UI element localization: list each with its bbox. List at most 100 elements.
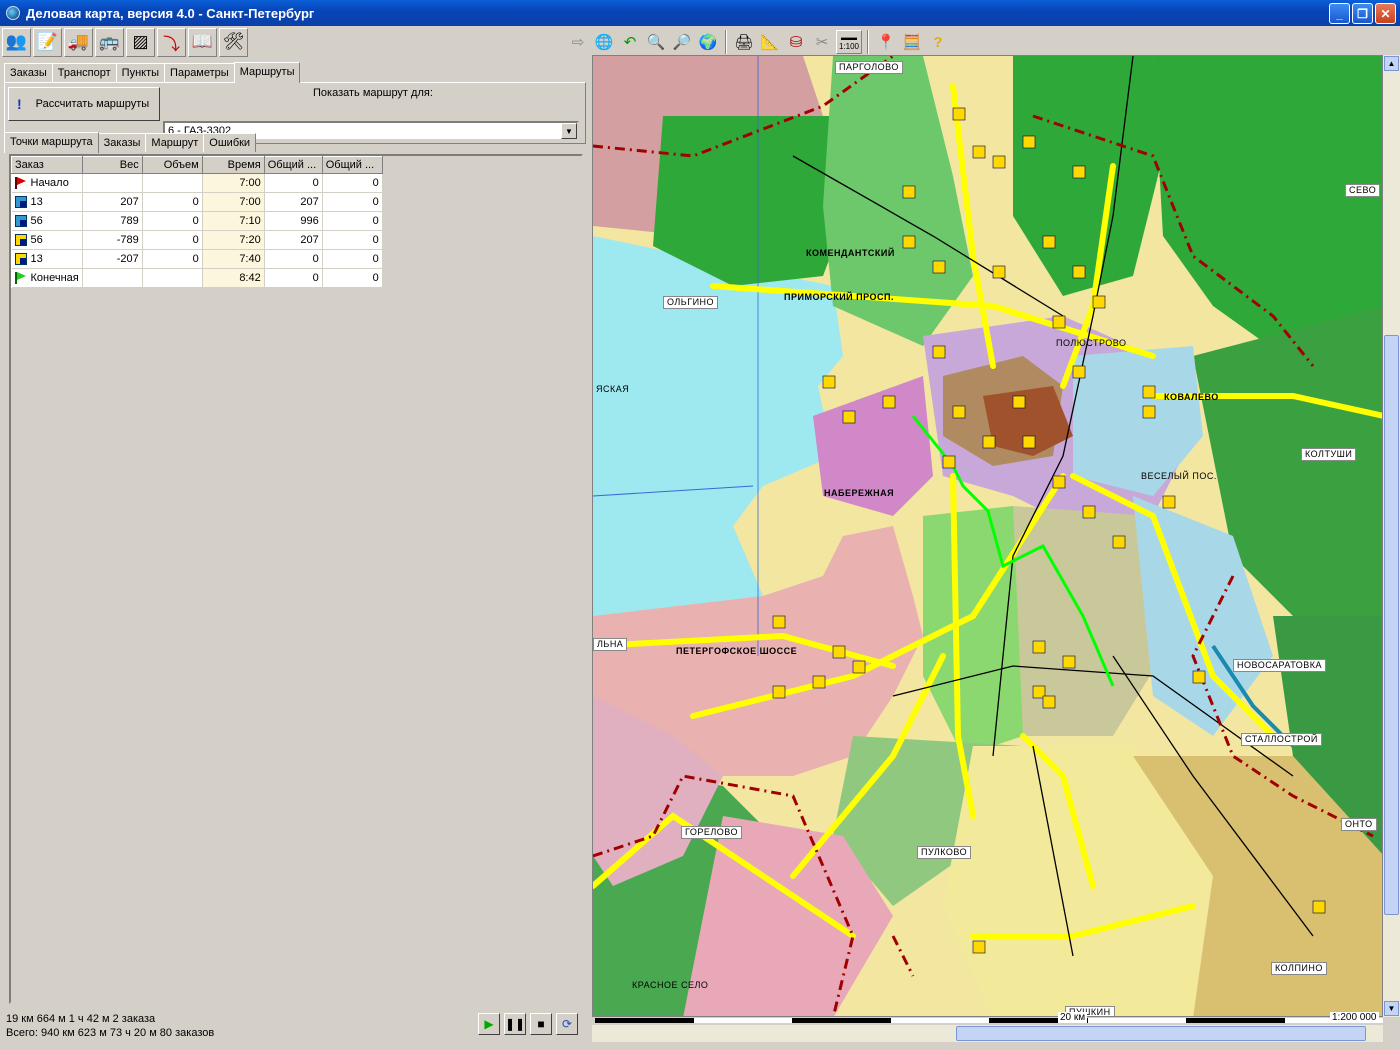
col-weight[interactable]: Вес bbox=[81, 156, 143, 174]
cell-total-1: 0 bbox=[264, 249, 323, 269]
maximize-button[interactable]: ❐ bbox=[1352, 3, 1373, 24]
table-row[interactable]: 56 789 0 7:10 996 0 bbox=[11, 211, 383, 231]
show-route-label: Показать маршрут для: bbox=[313, 87, 433, 99]
cell-total-2: 0 bbox=[322, 211, 383, 231]
cell-weight: -207 bbox=[82, 249, 143, 269]
cell-total-2: 0 bbox=[322, 192, 383, 212]
map-label: КРАСНОЕ СЕЛО bbox=[632, 980, 709, 990]
col-total-2[interactable]: Общий ... bbox=[321, 156, 383, 174]
left-panel: Заказы Транспорт Пункты Параметры Маршру… bbox=[4, 60, 586, 1044]
map-label: КОМЕНДАНТСКИЙ bbox=[806, 248, 895, 258]
layers-icon[interactable]: ⛁ bbox=[784, 30, 808, 54]
map-label: ВЕСЕЛЫЙ ПОС. bbox=[1141, 471, 1217, 481]
app-window: Деловая карта, версия 4.0 - Санкт-Петерб… bbox=[0, 0, 1400, 1050]
cell-total-1: 207 bbox=[264, 192, 323, 212]
scroll-down-icon[interactable]: ▼ bbox=[1384, 1001, 1399, 1016]
order-value: 56 bbox=[30, 214, 43, 227]
cell-time: 7:00 bbox=[202, 173, 265, 193]
tab-points[interactable]: Пункты bbox=[115, 63, 166, 82]
title-bar: Деловая карта, версия 4.0 - Санкт-Петерб… bbox=[0, 0, 1400, 26]
truck-icon[interactable]: 🚚 bbox=[64, 27, 93, 57]
document-icon[interactable]: 📝 bbox=[33, 27, 62, 57]
calculate-routes-button[interactable]: ! Рассчитать маршруты bbox=[8, 87, 160, 121]
table-row[interactable]: Конечная 8:42 0 0 bbox=[11, 268, 383, 288]
col-total-1[interactable]: Общий ... bbox=[263, 156, 323, 174]
print-icon[interactable]: 🖨 bbox=[732, 30, 756, 54]
order-value: 56 bbox=[30, 233, 43, 246]
zoom-in-icon[interactable]: 🔍 bbox=[644, 30, 668, 54]
route-icon[interactable]: ⤵ bbox=[157, 27, 186, 57]
map-label: ЯСКАЯ bbox=[596, 384, 630, 394]
cell-time: 8:42 bbox=[202, 268, 265, 288]
delivery-icon bbox=[14, 253, 27, 266]
delivery-icon bbox=[14, 234, 27, 247]
playback-controls: ▶ ❚❚ ■ ⟳ bbox=[478, 1013, 578, 1035]
tab-orders[interactable]: Заказы bbox=[4, 63, 53, 82]
vertical-scroll-thumb[interactable] bbox=[1384, 335, 1399, 915]
map-label: СТАЛЛОСТРОЙ bbox=[1241, 733, 1322, 746]
tab-parameters[interactable]: Параметры bbox=[164, 63, 235, 82]
tools-icon[interactable]: 🛠 bbox=[219, 27, 248, 57]
globe-icon[interactable]: 🌐 bbox=[592, 30, 616, 54]
map-view[interactable]: ПАРГОЛОВО СЕВО ОЛЬГИНО ПРИМОРСКИЙ ПРОСП.… bbox=[592, 55, 1383, 1017]
cell-weight bbox=[82, 173, 143, 193]
col-order[interactable]: Заказ bbox=[11, 156, 83, 174]
scroll-up-icon[interactable]: ▲ bbox=[1384, 56, 1399, 71]
tab-route[interactable]: Маршрут bbox=[145, 133, 205, 152]
tab-route-points[interactable]: Точки маршрута bbox=[4, 132, 99, 153]
cell-weight bbox=[82, 268, 143, 288]
map-vertical-scrollbar[interactable]: ▲ ▼ bbox=[1383, 55, 1400, 1017]
arrow-right-icon[interactable]: ⇨ bbox=[566, 30, 590, 54]
pin-icon[interactable]: 📍 bbox=[874, 30, 898, 54]
close-button[interactable]: ✕ bbox=[1375, 3, 1396, 24]
chevron-down-icon[interactable]: ▼ bbox=[561, 123, 577, 139]
help-icon[interactable]: ? bbox=[926, 30, 950, 54]
status-route: 19 км 664 м 1 ч 42 м 2 заказа bbox=[6, 1013, 156, 1025]
tab-route-orders[interactable]: Заказы bbox=[97, 133, 147, 152]
right-toolbar: ⇨ 🌐 ↶ 🔍 🔎 🌍 🖨 📐 ⛁ ✂ ▬▬ 1:100 📍 🧮 ? bbox=[566, 26, 950, 58]
order-value: Начало bbox=[30, 176, 69, 189]
map-label: НОВОСАРАТОВКА bbox=[1233, 659, 1327, 672]
map-label: ПОЛЮСТРОВО bbox=[1056, 338, 1127, 348]
route-points-grid: Заказ Вес Объем Время Общий ... Общий ..… bbox=[9, 154, 583, 1004]
exclamation-icon: ! bbox=[17, 96, 22, 112]
table-row[interactable]: 13 207 0 7:00 207 0 bbox=[11, 192, 383, 212]
table-row[interactable]: 56 -789 0 7:20 207 0 bbox=[11, 230, 383, 250]
cell-order: Начало bbox=[11, 173, 83, 193]
compass-icon[interactable]: 📐 bbox=[758, 30, 782, 54]
map-label: ПУЛКОВО bbox=[917, 846, 972, 859]
tab-routes[interactable]: Маршруты bbox=[233, 62, 301, 83]
map-label: КОЛТУШИ bbox=[1301, 448, 1357, 461]
tab-transport[interactable]: Транспорт bbox=[51, 63, 117, 82]
stop-icon[interactable]: ■ bbox=[530, 1013, 552, 1035]
calculator-icon[interactable]: 🧮 bbox=[900, 30, 924, 54]
cell-total-2: 0 bbox=[322, 249, 383, 269]
pause-icon[interactable]: ❚❚ bbox=[504, 1013, 526, 1035]
col-time[interactable]: Время bbox=[201, 156, 265, 174]
cell-volume bbox=[142, 173, 203, 193]
map-label: ПРИМОРСКИЙ ПРОСП. bbox=[784, 292, 894, 302]
loop-icon[interactable]: ⟳ bbox=[556, 1013, 578, 1035]
left-toolbar: 👥 📝 🚚 🚌 ▨ ⤵ 📖 🛠 bbox=[2, 26, 248, 58]
cell-time: 7:20 bbox=[202, 230, 265, 250]
book-icon[interactable]: 📖 bbox=[188, 27, 217, 57]
col-volume[interactable]: Объем bbox=[141, 156, 203, 174]
cell-total-2: 0 bbox=[322, 268, 383, 288]
scissors-icon[interactable]: ✂ bbox=[810, 30, 834, 54]
horizontal-scroll-thumb[interactable] bbox=[956, 1026, 1366, 1041]
play-icon[interactable]: ▶ bbox=[478, 1013, 500, 1035]
map-scale-km: 20 км bbox=[1058, 1012, 1088, 1023]
map-horizontal-scrollbar[interactable] bbox=[592, 1025, 1383, 1042]
zoom-out-icon[interactable]: 🔎 bbox=[670, 30, 694, 54]
main-tabs: Заказы Транспорт Пункты Параметры Маршру… bbox=[4, 60, 586, 83]
hatch-icon[interactable]: ▨ bbox=[126, 27, 155, 57]
table-row[interactable]: 13 -207 0 7:40 0 0 bbox=[11, 249, 383, 269]
scale-button[interactable]: ▬▬ 1:100 bbox=[836, 30, 862, 54]
earth-icon[interactable]: 🌍 bbox=[696, 30, 720, 54]
minimize-button[interactable]: _ bbox=[1329, 3, 1350, 24]
undo-icon[interactable]: ↶ bbox=[618, 30, 642, 54]
bus-icon[interactable]: 🚌 bbox=[95, 27, 124, 57]
people-icon[interactable]: 👥 bbox=[2, 27, 31, 57]
tab-errors[interactable]: Ошибки bbox=[203, 133, 257, 152]
table-row[interactable]: Начало 7:00 0 0 bbox=[11, 173, 383, 193]
